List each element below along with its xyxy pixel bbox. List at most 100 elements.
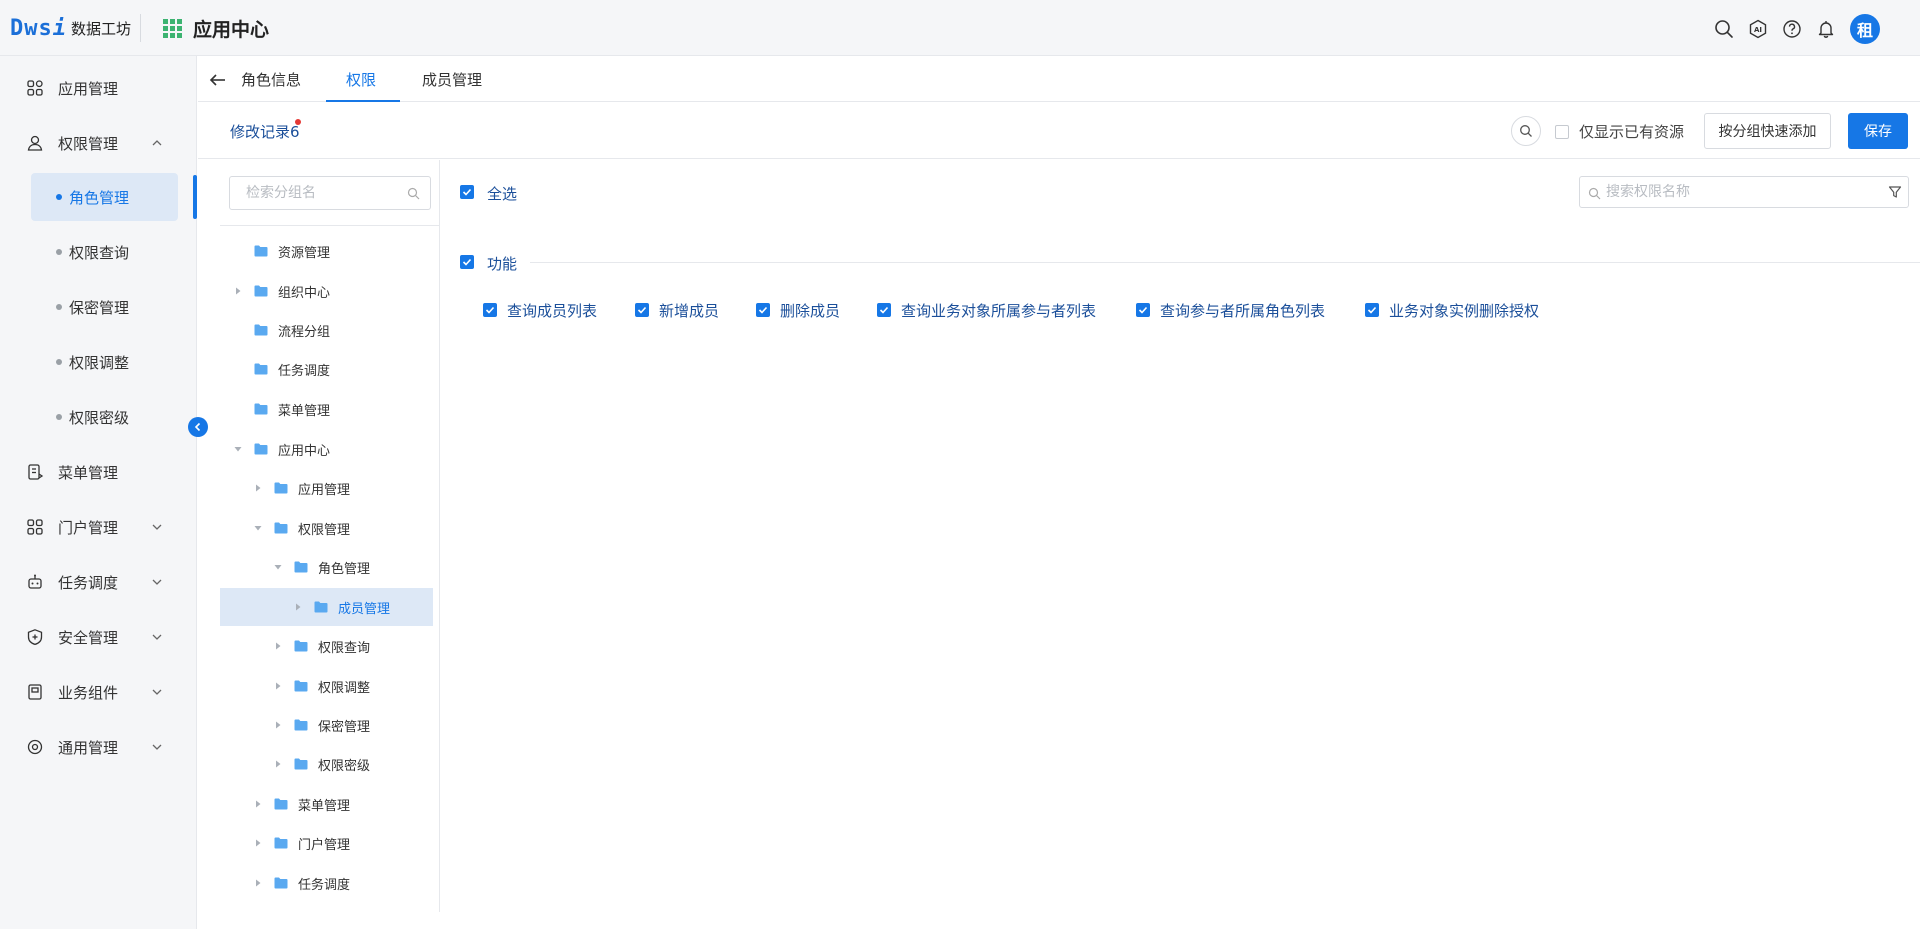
caret-right-icon[interactable] xyxy=(274,642,282,650)
permission-item[interactable]: 删除成员 xyxy=(756,300,840,320)
tree-node[interactable]: 权限查询 xyxy=(220,627,433,665)
tree-node[interactable]: 权限密级 xyxy=(220,745,433,783)
permission-label: 查询业务对象所属参与者列表 xyxy=(901,301,1097,320)
sidebar-item-portal-management[interactable]: 门户管理 xyxy=(0,507,197,547)
toolbar-search-button[interactable] xyxy=(1511,116,1541,146)
sidebar-item-general-management[interactable]: 通用管理 xyxy=(0,727,197,767)
sidebar-subitem-permission-adjust[interactable]: 权限调整 xyxy=(31,338,178,386)
tree-node[interactable]: 保密管理 xyxy=(220,706,433,744)
filter-icon[interactable] xyxy=(1888,185,1902,199)
permission-checkbox[interactable] xyxy=(483,303,497,317)
caret-right-icon[interactable] xyxy=(254,879,262,887)
group-divider-line xyxy=(530,262,1920,263)
folder-icon xyxy=(294,561,308,573)
tree-node-label: 资源管理 xyxy=(278,245,331,261)
tree-node[interactable]: 应用中心 xyxy=(220,430,433,468)
folder-icon xyxy=(274,837,288,849)
tree-node[interactable]: 角色管理 xyxy=(220,548,433,586)
permission-item[interactable]: 查询业务对象所属参与者列表 xyxy=(877,300,1096,320)
tab-role-info[interactable]: 角色信息 xyxy=(241,69,301,90)
tree-node[interactable]: 任务调度 xyxy=(220,864,433,902)
folder-icon xyxy=(254,245,268,257)
search-icon xyxy=(407,187,420,200)
sidebar-item-label: 安全管理 xyxy=(58,628,119,647)
back-arrow-icon[interactable] xyxy=(208,70,228,90)
sidebar-item-permission-management[interactable]: 权限管理 xyxy=(0,123,197,163)
modification-history-link[interactable]: 修改记录6 xyxy=(230,121,300,142)
tree-node[interactable]: 任务调度 xyxy=(220,350,433,388)
help-icon[interactable] xyxy=(1778,15,1806,43)
sidebar-subitem-permission-query[interactable]: 权限查询 xyxy=(31,228,178,276)
group-function-checkbox[interactable] xyxy=(460,255,474,269)
permission-item[interactable]: 查询成员列表 xyxy=(483,300,597,320)
tree-node[interactable]: 流程分组 xyxy=(220,311,433,349)
caret-right-icon[interactable] xyxy=(254,800,262,808)
permission-item[interactable]: 新增成员 xyxy=(635,300,719,320)
folder-icon xyxy=(254,324,268,336)
tree-node[interactable]: 权限管理 xyxy=(220,509,433,547)
select-all-label[interactable]: 全选 xyxy=(487,183,517,204)
caret-right-icon[interactable] xyxy=(274,721,282,729)
sidebar-subitem-secrecy-management[interactable]: 保密管理 xyxy=(31,283,178,331)
permission-checkbox[interactable] xyxy=(756,303,770,317)
sidebar-collapse-button[interactable] xyxy=(188,417,208,437)
ai-assistant-icon[interactable]: AI xyxy=(1744,15,1772,43)
sidebar-item-app-management[interactable]: 应用管理 xyxy=(0,68,197,108)
tab-member-management[interactable]: 成员管理 xyxy=(422,69,482,90)
only-existing-toggle[interactable]: 仅显示已有资源 xyxy=(1555,121,1684,142)
search-icon[interactable] xyxy=(1710,15,1738,43)
tree-node[interactable]: 应用管理 xyxy=(220,469,433,507)
tree-node[interactable]: 资源管理 xyxy=(220,232,433,270)
group-search-input[interactable] xyxy=(230,177,400,209)
folder-icon xyxy=(294,719,308,731)
tree-node[interactable]: 权限调整 xyxy=(220,667,433,705)
save-button[interactable]: 保存 xyxy=(1848,113,1908,149)
logo[interactable]: Dwsi 数据工坊 xyxy=(10,14,131,42)
header-actions: AI 租 xyxy=(1704,14,1880,44)
tree-node[interactable]: 成员管理 xyxy=(220,588,433,626)
sidebar-subitem-label: 保密管理 xyxy=(69,298,130,317)
sidebar-item-business-components[interactable]: 业务组件 xyxy=(0,672,197,712)
permission-item[interactable]: 查询参与者所属角色列表 xyxy=(1136,300,1325,320)
sidebar-item-task-scheduling[interactable]: 任务调度 xyxy=(0,562,197,602)
notification-bell-icon[interactable] xyxy=(1812,15,1840,43)
folder-icon xyxy=(274,798,288,810)
caret-right-icon[interactable] xyxy=(254,839,262,847)
tab-permissions[interactable]: 权限 xyxy=(346,69,376,90)
tree-node[interactable]: 菜单管理 xyxy=(220,390,433,428)
caret-down-icon[interactable] xyxy=(274,563,282,571)
caret-right-icon[interactable] xyxy=(274,682,282,690)
app-grid-icon xyxy=(163,18,183,39)
caret-down-icon[interactable] xyxy=(254,524,262,532)
sidebar-item-menu-management[interactable]: 菜单管理 xyxy=(0,452,197,492)
caret-right-icon[interactable] xyxy=(294,603,302,611)
tree-node[interactable]: 门户管理 xyxy=(220,824,433,862)
quick-add-by-group-button[interactable]: 按分组快速添加 xyxy=(1704,113,1831,149)
sidebar-subitem-permission-level[interactable]: 权限密级 xyxy=(31,393,178,441)
permission-checkbox[interactable] xyxy=(635,303,649,317)
caret-right-icon[interactable] xyxy=(254,484,262,492)
caret-right-icon[interactable] xyxy=(234,287,242,295)
select-all-checkbox[interactable] xyxy=(460,185,474,199)
permission-item[interactable]: 业务对象实例删除授权 xyxy=(1365,300,1539,320)
chevron-down-icon xyxy=(152,744,162,750)
user-avatar[interactable]: 租 xyxy=(1850,14,1880,44)
tree-node[interactable]: 菜单管理 xyxy=(220,785,433,823)
only-existing-checkbox[interactable] xyxy=(1555,124,1569,139)
app-center-title: 应用中心 xyxy=(193,19,270,41)
search-icon xyxy=(1588,187,1601,200)
permission-search-box xyxy=(1579,176,1909,208)
caret-right-icon[interactable] xyxy=(274,760,282,768)
sidebar-item-security-management[interactable]: 安全管理 xyxy=(0,617,197,657)
permission-checkbox[interactable] xyxy=(1136,303,1150,317)
tree-node[interactable]: 组织中心 xyxy=(220,272,433,310)
bullet-dot xyxy=(56,194,62,200)
permission-checkbox[interactable] xyxy=(1365,303,1379,317)
sidebar-subitem-role-management[interactable]: 角色管理 xyxy=(31,173,178,221)
caret-down-icon[interactable] xyxy=(234,445,242,453)
tree-node-label: 门户管理 xyxy=(298,837,351,853)
permission-search-input[interactable] xyxy=(1606,177,1876,207)
permission-checkbox[interactable] xyxy=(877,303,891,317)
tree-node-label: 流程分组 xyxy=(278,324,331,340)
app-center-switcher[interactable]: 应用中心 xyxy=(163,15,269,42)
